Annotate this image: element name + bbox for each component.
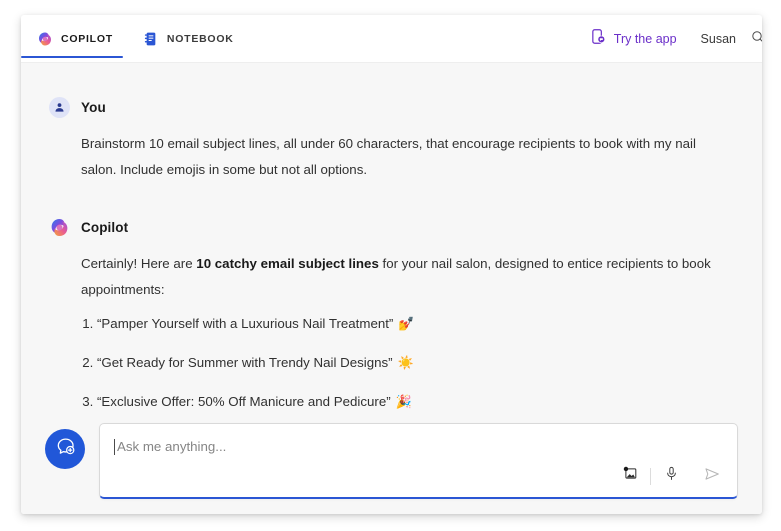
search-button[interactable] [744, 25, 762, 53]
notebook-icon [143, 31, 159, 47]
message-input-placeholder: Ask me anything... [117, 439, 227, 454]
microphone-button[interactable] [656, 462, 686, 490]
copilot-logo-icon [49, 217, 70, 238]
mobile-app-icon [590, 28, 607, 50]
message-copilot-sender: Copilot [81, 220, 129, 235]
message-copilot: Copilot Certainly! Here are 10 catchy em… [49, 217, 734, 432]
subject-line-text: “Get Ready for Summer with Trendy Nail D… [97, 355, 393, 370]
screenshot-root: COPILOT NOTEBOOK Try the app Susan You B… [0, 0, 781, 531]
sun-emoji: ☀️ [397, 355, 414, 370]
conversation-panel: You Brainstorm 10 email subject lines, a… [21, 63, 762, 514]
message-user: You Brainstorm 10 email subject lines, a… [49, 97, 734, 183]
tab-copilot[interactable]: COPILOT [21, 15, 127, 63]
list-item: “Pamper Yourself with a Luxurious Nail T… [97, 315, 734, 354]
nail-polish-emoji: 💅 [398, 316, 415, 331]
list-item: “Get Ready for Summer with Trendy Nail D… [97, 354, 734, 393]
message-input-container[interactable]: Ask me anything... [99, 423, 738, 499]
message-user-text: Brainstorm 10 email subject lines, all u… [81, 136, 696, 177]
message-copilot-intro: Certainly! Here are 10 catchy email subj… [81, 251, 734, 303]
tab-bar: COPILOT NOTEBOOK [21, 15, 248, 63]
composer-tools [615, 462, 727, 490]
tab-notebook[interactable]: NOTEBOOK [127, 15, 248, 63]
user-name-label: Susan [700, 32, 736, 46]
intro-text-before: Certainly! Here are [81, 256, 197, 271]
copilot-window: COPILOT NOTEBOOK Try the app Susan You B… [21, 15, 762, 514]
message-copilot-header: Copilot [49, 217, 734, 238]
new-chat-button[interactable] [45, 429, 85, 469]
subject-line-list: “Pamper Yourself with a Luxurious Nail T… [49, 315, 734, 432]
composer-bar: Ask me anything... [21, 419, 762, 514]
new-chat-icon [55, 436, 76, 462]
microphone-icon [663, 465, 680, 487]
send-icon [703, 465, 721, 488]
text-cursor [114, 439, 115, 455]
subject-line-text: “Exclusive Offer: 50% Off Manicure and P… [97, 394, 391, 409]
message-user-sender: You [81, 100, 106, 115]
party-popper-emoji: 🎉 [395, 394, 412, 409]
header-right-actions: Try the app Susan [580, 15, 762, 63]
tool-divider [691, 468, 692, 485]
tool-divider [650, 467, 651, 485]
try-the-app-label: Try the app [613, 32, 677, 46]
tab-copilot-label: COPILOT [61, 33, 113, 45]
app-header: COPILOT NOTEBOOK Try the app Susan [21, 15, 762, 63]
intro-text-bold: 10 catchy email subject lines [196, 256, 379, 271]
subject-line-text: “Pamper Yourself with a Luxurious Nail T… [97, 316, 394, 331]
message-user-header: You [49, 97, 734, 118]
tab-notebook-label: NOTEBOOK [166, 33, 234, 45]
send-button[interactable] [697, 462, 727, 490]
search-icon [750, 29, 762, 50]
message-list: You Brainstorm 10 email subject lines, a… [21, 63, 762, 432]
user-menu[interactable]: Susan [687, 28, 744, 50]
user-avatar-icon [49, 97, 70, 118]
copilot-logo-icon [37, 31, 53, 47]
try-the-app-button[interactable]: Try the app [580, 24, 687, 54]
add-image-button[interactable] [615, 462, 645, 490]
add-image-icon [622, 465, 639, 487]
